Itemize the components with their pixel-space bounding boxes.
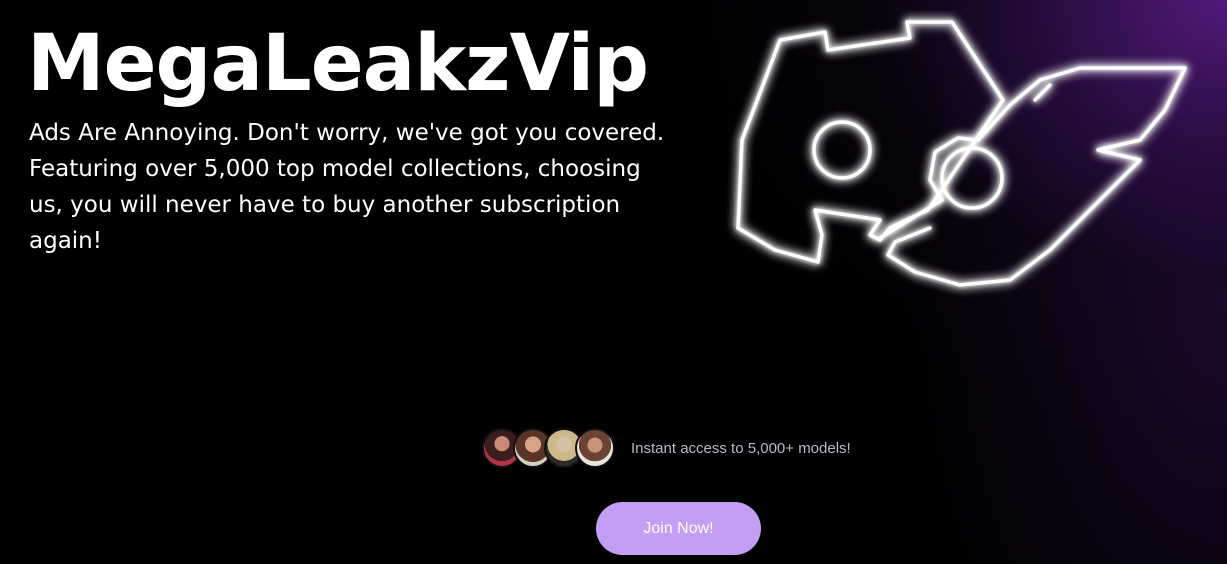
join-now-button[interactable]: Join Now! <box>596 502 761 555</box>
neon-game-controller-leaf-logo-icon <box>736 20 1187 287</box>
landing-page: MegaLeakzVip Ads Are Annoying. Don't wor… <box>0 0 1227 564</box>
avatar-group <box>482 428 615 468</box>
brand-title: MegaLeakzVip <box>27 19 649 109</box>
hero-tagline: Ads Are Annoying. Don't worry, we've got… <box>29 120 665 254</box>
social-proof: Instant access to 5,000+ models! <box>482 426 851 470</box>
avatar <box>575 428 615 468</box>
social-proof-text: Instant access to 5,000+ models! <box>631 439 851 457</box>
